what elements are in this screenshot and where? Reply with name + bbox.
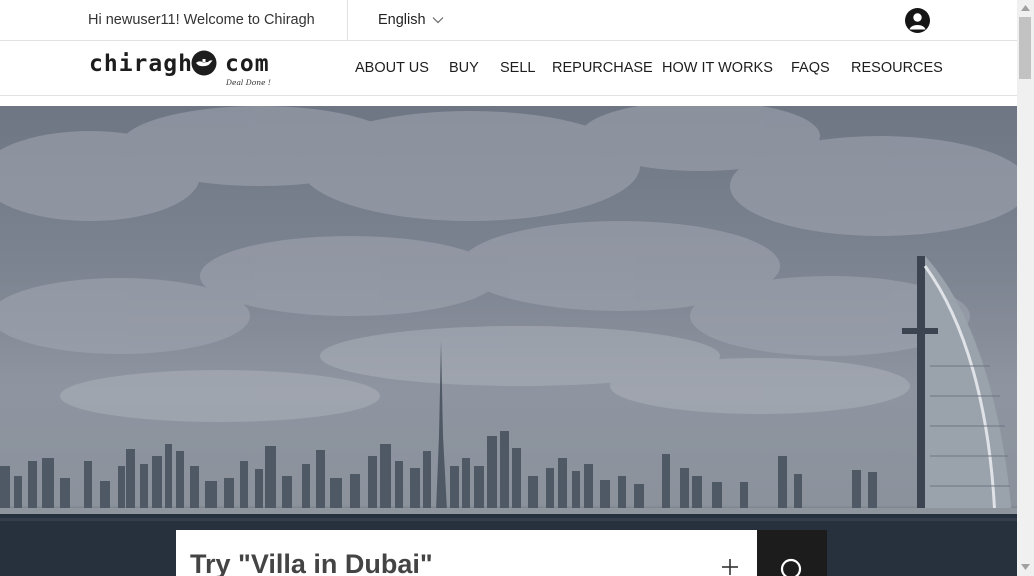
page-scrollbar[interactable] [1017, 0, 1034, 576]
nav-item-about-us[interactable]: ABOUT US [355, 60, 429, 76]
logo-text-left: chiragh [89, 51, 193, 77]
search-input[interactable] [190, 544, 710, 576]
scroll-up-arrow-icon[interactable] [1021, 5, 1030, 11]
user-icon [909, 13, 926, 30]
search-icon [780, 558, 802, 576]
main-navigation: chiragh com Deal Done ! ABOUT US BUY SEL… [0, 41, 1017, 96]
scrollbar-thumb[interactable] [1019, 17, 1031, 79]
hero-banner [0, 106, 1017, 576]
nav-item-repurchase[interactable]: REPURCHASE [552, 60, 653, 76]
property-search [176, 530, 757, 576]
top-utility-bar: Hi newuser11! Welcome to Chiragh English [0, 0, 1017, 41]
chevron-down-icon [432, 17, 443, 24]
dubai-skyline-image [0, 106, 1017, 576]
language-label: English [378, 12, 426, 28]
welcome-message: Hi newuser11! Welcome to Chiragh [88, 12, 315, 28]
plus-icon[interactable] [720, 557, 740, 576]
nav-item-resources[interactable]: RESOURCES [851, 60, 943, 76]
scroll-down-arrow-icon[interactable] [1021, 564, 1030, 570]
account-button[interactable] [905, 8, 930, 33]
search-button[interactable] [757, 530, 827, 576]
logo-text-right: com [225, 51, 270, 77]
nav-item-how-it-works[interactable]: HOW IT WORKS [662, 60, 773, 76]
nav-item-sell[interactable]: SELL [500, 60, 535, 76]
topbar-divider [347, 0, 348, 40]
nav-item-faqs[interactable]: FAQS [791, 60, 830, 76]
logo-tagline: Deal Done ! [226, 78, 271, 87]
nav-item-buy[interactable]: BUY [449, 60, 479, 76]
site-logo[interactable]: chiragh com Deal Done ! [89, 48, 279, 90]
language-selector[interactable]: English [378, 12, 444, 28]
lamp-icon [191, 50, 217, 76]
